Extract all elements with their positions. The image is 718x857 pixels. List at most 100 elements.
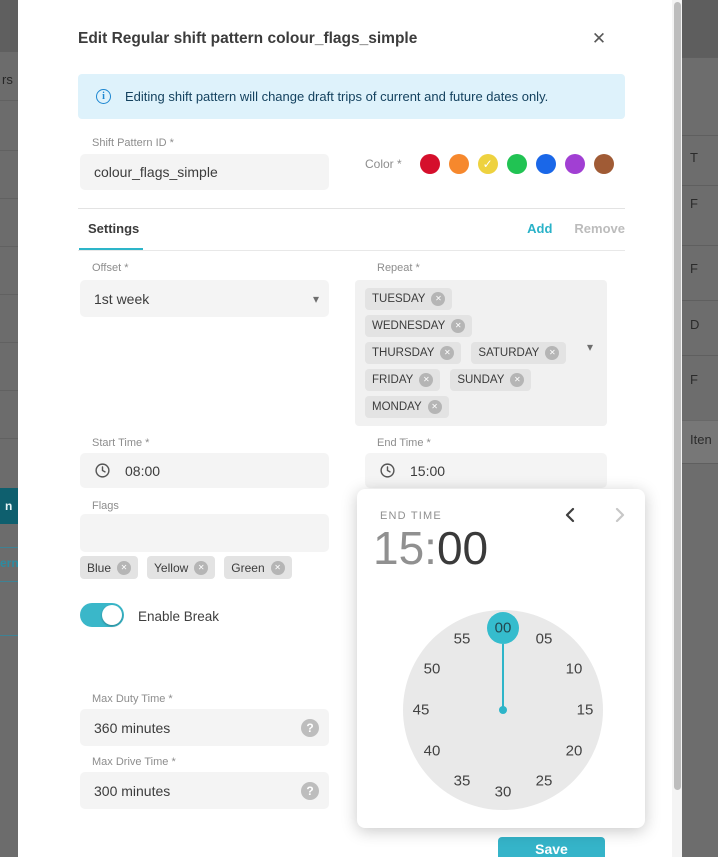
background-right-panel: T F F D F Iten xyxy=(682,0,718,857)
minute-option-30[interactable]: 30 xyxy=(495,784,512,801)
minute-option-50[interactable]: 50 xyxy=(424,661,441,678)
close-icon[interactable]: ✕ xyxy=(586,26,612,52)
color-swatch-blue[interactable] xyxy=(536,154,556,174)
minute-option-05[interactable]: 05 xyxy=(536,630,553,647)
clock-icon xyxy=(379,462,396,479)
repeat-day-chip-friday[interactable]: FRIDAY✕ xyxy=(365,369,440,391)
repeat-day-chip-sunday[interactable]: SUNDAY✕ xyxy=(450,369,531,391)
background-row-label: F xyxy=(690,196,698,211)
flags-input[interactable] xyxy=(80,514,329,552)
shift-pattern-id-input[interactable]: colour_flags_simple xyxy=(80,154,329,190)
chip-label: MONDAY xyxy=(372,401,422,413)
minutes-display[interactable]: 00 xyxy=(437,522,488,574)
remove-chip-icon[interactable]: ✕ xyxy=(440,346,454,360)
repeat-chip-row: WEDNESDAY ✕ xyxy=(365,315,597,337)
max-drive-time-value: 300 minutes xyxy=(94,783,170,799)
color-swatch-red[interactable] xyxy=(420,154,440,174)
background-row-label: D xyxy=(690,317,699,332)
minute-option-25[interactable]: 25 xyxy=(536,773,553,790)
info-banner-text: Editing shift pattern will change draft … xyxy=(125,89,548,104)
color-swatches: ✓ xyxy=(420,154,623,174)
background-row-label: Iten xyxy=(690,432,712,447)
repeat-day-chip-tuesday[interactable]: TUESDAY ✕ xyxy=(365,288,452,310)
repeat-chip-row: FRIDAY✕ SUNDAY✕ xyxy=(365,369,597,391)
page: rs n ern T F F D F Iten Edit Regular shift pa… xyxy=(0,0,718,857)
remove-chip-icon[interactable]: ✕ xyxy=(194,561,208,575)
info-banner: i Editing shift pattern will change draf… xyxy=(78,74,625,119)
flag-chip-green[interactable]: Green✕ xyxy=(224,556,291,579)
flag-chip-yellow[interactable]: Yellow✕ xyxy=(147,556,215,579)
time-colon: : xyxy=(424,522,437,574)
minute-option-45[interactable]: 45 xyxy=(413,702,430,719)
background-row-label: F xyxy=(690,261,698,276)
color-swatch-green[interactable] xyxy=(507,154,527,174)
end-time-input[interactable]: 15:00 xyxy=(365,453,607,488)
repeat-chip-row: THURSDAY ✕ SATURDAY ✕ xyxy=(365,342,597,364)
chip-label: SATURDAY xyxy=(478,347,539,359)
chip-label: THURSDAY xyxy=(372,347,434,359)
hours-display[interactable]: 15 xyxy=(373,522,424,574)
background-row-label: T xyxy=(690,150,698,165)
minute-option-40[interactable]: 40 xyxy=(424,743,441,760)
minute-option-55[interactable]: 55 xyxy=(454,630,471,647)
remove-chip-icon[interactable]: ✕ xyxy=(431,292,445,306)
start-time-value: 08:00 xyxy=(125,463,160,479)
remove-chip-icon[interactable]: ✕ xyxy=(428,400,442,414)
tab-settings[interactable]: Settings xyxy=(88,221,139,236)
remove-chip-icon[interactable]: ✕ xyxy=(451,319,465,333)
minute-clock-face[interactable]: 00 05 10 15 20 25 30 35 40 45 50 55 xyxy=(403,610,603,810)
color-swatch-brown[interactable] xyxy=(594,154,614,174)
end-time-label: End Time * xyxy=(377,437,431,449)
offset-value: 1st week xyxy=(94,291,149,307)
color-swatch-yellow[interactable]: ✓ xyxy=(478,154,498,174)
check-icon: ✓ xyxy=(478,154,498,174)
color-swatch-orange[interactable] xyxy=(449,154,469,174)
minute-option-15[interactable]: 15 xyxy=(577,702,594,719)
remove-chip-icon[interactable]: ✕ xyxy=(510,373,524,387)
remove-chip-icon[interactable]: ✕ xyxy=(117,561,131,575)
left-rail-partial-text: rs xyxy=(2,72,13,87)
repeat-multiselect[interactable]: TUESDAY✕WEDNESDAY✕THURSDAY✕SATURDAY✕FRID… xyxy=(355,280,607,426)
remove-button[interactable]: Remove xyxy=(574,221,625,236)
color-swatch-purple[interactable] xyxy=(565,154,585,174)
offset-label: Offset * xyxy=(92,262,128,274)
remove-chip-icon[interactable]: ✕ xyxy=(419,373,433,387)
help-icon[interactable]: ? xyxy=(301,719,319,737)
help-icon[interactable]: ? xyxy=(301,782,319,800)
chip-label: WEDNESDAY xyxy=(372,320,445,332)
left-rail-header-band xyxy=(0,0,18,52)
shift-pattern-id-value: colour_flags_simple xyxy=(94,164,218,180)
start-time-input[interactable]: 08:00 xyxy=(80,453,329,488)
repeat-chip-row: TUESDAY ✕ xyxy=(365,288,597,310)
repeat-day-chip-monday[interactable]: MONDAY ✕ xyxy=(365,396,449,418)
chevron-down-icon: ▾ xyxy=(587,340,593,354)
flag-chip-blue[interactable]: Blue✕ xyxy=(80,556,138,579)
max-duty-time-input[interactable]: 360 minutes ? xyxy=(80,709,329,746)
add-button[interactable]: Add xyxy=(527,221,552,236)
repeat-day-chip-thursday[interactable]: THURSDAY ✕ xyxy=(365,342,461,364)
left-rail-teal-button: n xyxy=(0,488,18,524)
right-panel-header-band xyxy=(682,0,718,57)
left-rail-teal-link: ern xyxy=(0,556,18,570)
max-drive-time-input[interactable]: 300 minutes ? xyxy=(80,772,329,809)
save-button[interactable]: Save xyxy=(498,837,605,857)
remove-chip-icon[interactable]: ✕ xyxy=(545,346,559,360)
minute-option-10[interactable]: 10 xyxy=(566,661,583,678)
chevron-left-icon[interactable] xyxy=(561,505,581,525)
offset-select[interactable]: 1st week ▾ xyxy=(80,280,329,317)
repeat-day-chip-saturday[interactable]: SATURDAY ✕ xyxy=(471,342,566,364)
repeat-day-chip-wednesday[interactable]: WEDNESDAY ✕ xyxy=(365,315,472,337)
enable-break-toggle[interactable] xyxy=(80,603,124,627)
background-row-label: F xyxy=(690,372,698,387)
minute-option-35[interactable]: 35 xyxy=(454,773,471,790)
minute-option-00[interactable]: 00 xyxy=(495,620,512,637)
dialog-title: Edit Regular shift pattern colour_flags_… xyxy=(78,30,417,48)
chevron-right-icon[interactable] xyxy=(609,505,629,525)
color-label: Color * xyxy=(365,157,402,171)
chip-label: TUESDAY xyxy=(372,293,425,305)
scrollbar-thumb[interactable] xyxy=(674,2,681,790)
remove-chip-icon[interactable]: ✕ xyxy=(271,561,285,575)
minute-option-20[interactable]: 20 xyxy=(566,743,583,760)
section-divider xyxy=(78,208,625,209)
flag-chips: Blue✕ Yellow✕ Green✕ xyxy=(80,556,292,579)
